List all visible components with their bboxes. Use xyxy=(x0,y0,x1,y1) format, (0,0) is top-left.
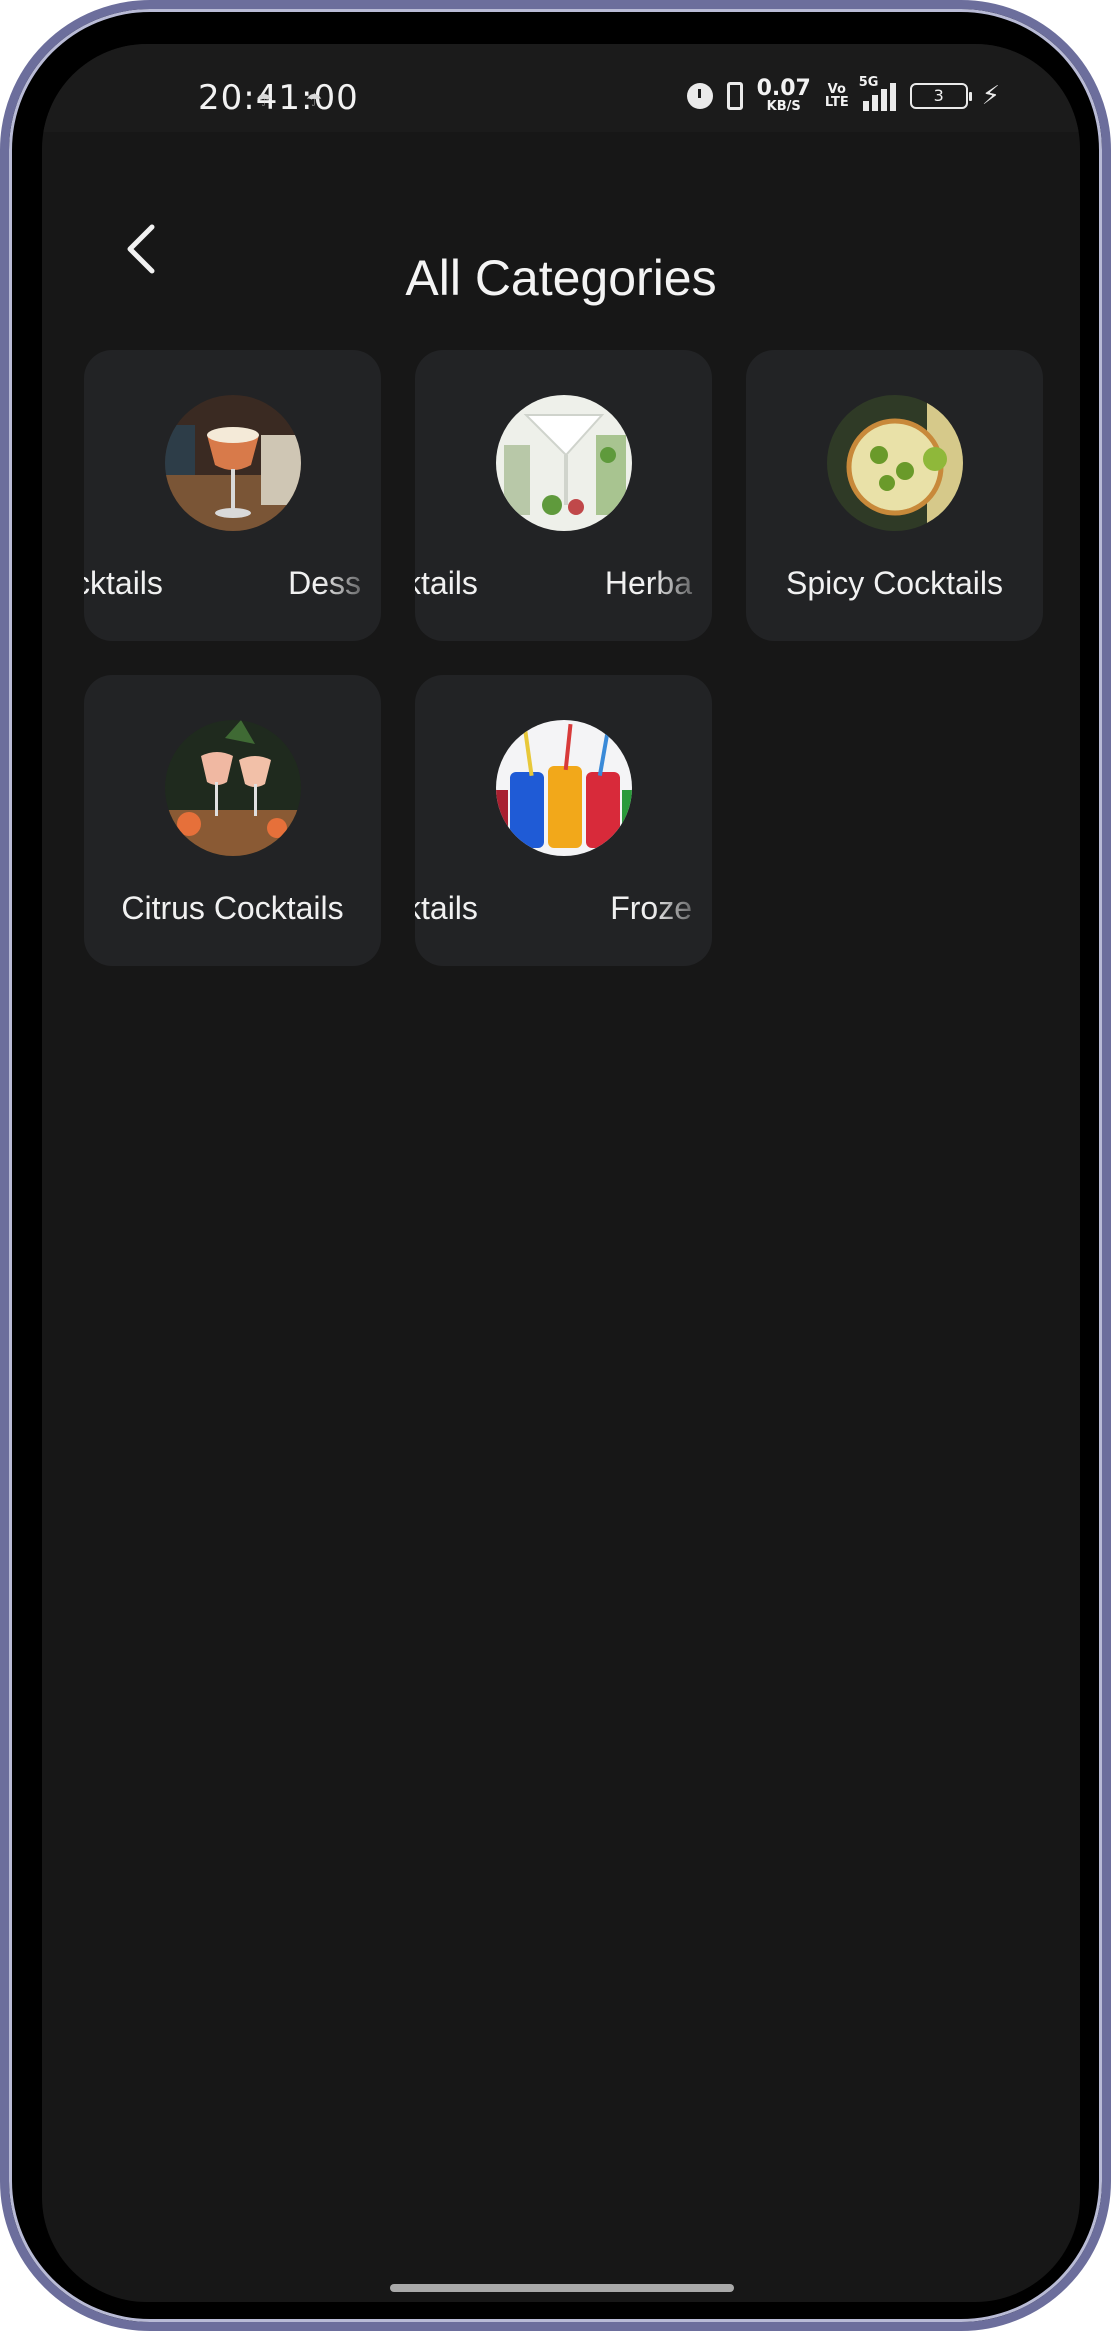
signal-icon: 5G xyxy=(859,75,896,111)
category-label-text: Citrus Cocktails xyxy=(121,890,344,926)
category-label: cktails Dess xyxy=(84,565,381,609)
category-image xyxy=(827,395,963,531)
vibrate-icon xyxy=(726,81,743,110)
net-speed: 0.07 KB/S xyxy=(756,76,811,114)
volte-top: Vo xyxy=(827,81,846,97)
category-label-text: Spicy Cocktails xyxy=(786,565,1003,601)
category-card-frozen[interactable]: ktails Froze xyxy=(415,675,712,966)
category-label-left: cktails xyxy=(84,565,163,601)
net-speed-unit: KB/S xyxy=(766,99,801,114)
volte-bottom: LTE xyxy=(824,94,849,110)
category-image xyxy=(165,720,301,856)
category-image xyxy=(496,720,632,856)
volte-indicator: Vo LTE xyxy=(825,83,849,109)
home-indicator[interactable] xyxy=(390,2284,734,2292)
weather-icon: ☂ xyxy=(256,90,273,111)
category-label: Citrus Cocktails xyxy=(84,890,381,934)
status-icons: 0.07 KB/S Vo LTE 5G 3 ⚡ xyxy=(686,75,1000,114)
weather-icon: ☂ xyxy=(306,90,323,111)
battery-level: 3 xyxy=(933,86,944,105)
category-image xyxy=(165,395,301,531)
category-label: Spicy Cocktails xyxy=(746,565,1043,609)
category-label: ktails Herba xyxy=(415,565,712,609)
network-type: 5G xyxy=(858,74,879,90)
category-label-left: ktails xyxy=(415,565,478,601)
category-card-herbal[interactable]: ktails Herba xyxy=(415,350,712,641)
net-speed-value: 0.07 xyxy=(756,76,811,101)
category-grid: cktails Dess xyxy=(84,350,1043,966)
page-title: All Categories xyxy=(405,250,717,306)
battery-icon: 3 xyxy=(909,82,972,109)
alarm-icon xyxy=(686,82,713,109)
category-label: ktails Froze xyxy=(415,890,712,934)
charging-icon: ⚡ xyxy=(981,80,1000,111)
phone-frame: 20:41:00 ☂ ☂ 0.07 KB/S Vo LTE 5G 3 ⚡ All… xyxy=(0,0,1111,2331)
app-screen: 20:41:00 ☂ ☂ 0.07 KB/S Vo LTE 5G 3 ⚡ All… xyxy=(42,44,1080,2302)
status-bar: 20:41:00 ☂ ☂ 0.07 KB/S Vo LTE 5G 3 ⚡ xyxy=(42,44,1080,132)
status-time: 20:41:00 xyxy=(198,78,359,118)
category-card-citrus[interactable]: Citrus Cocktails xyxy=(84,675,381,966)
category-card-dessert[interactable]: cktails Dess xyxy=(84,350,381,641)
category-image xyxy=(496,395,632,531)
category-card-spicy[interactable]: Spicy Cocktails xyxy=(746,350,1043,641)
category-label-left: ktails xyxy=(415,890,478,926)
